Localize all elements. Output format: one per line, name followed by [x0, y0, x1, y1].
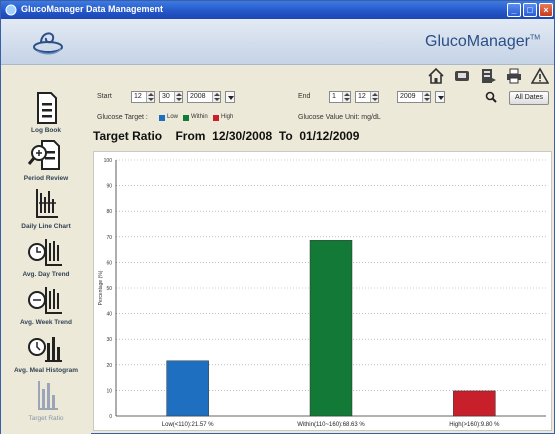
print-icon[interactable] — [505, 67, 523, 85]
bar — [166, 360, 209, 417]
target-ratio-icon — [38, 381, 58, 410]
warning-icon[interactable] — [531, 67, 549, 85]
brand-name: GlucoManagerTM — [425, 33, 541, 50]
legend-label-high: High — [221, 114, 234, 120]
start-label: Start — [97, 93, 112, 100]
app-window: GlucoManager Data Management _ □ × Gluco… — [0, 0, 555, 434]
sidebar: Log Book Period Review Daily Line Chart — [1, 89, 91, 434]
toolbar — [1, 65, 554, 87]
avg-meal-histogram-icon — [28, 337, 62, 362]
filter-bar: Start 12 30 2008 End 1 12 2009 All Dates… — [93, 89, 554, 149]
sidebar-item-avg-week-trend[interactable]: Avg. Week Trend — [1, 281, 91, 335]
y-axis-label: Percentage (%) — [98, 270, 104, 305]
unit-label: Glucose Value Unit: mg/dL — [298, 114, 381, 121]
glucose-target-label: Glucose Target : — [97, 114, 148, 121]
x-tick-label: High(>160):9.80 % — [449, 422, 500, 428]
y-tick-label: 10 — [106, 388, 112, 394]
all-dates-button[interactable]: All Dates — [509, 91, 549, 105]
sidebar-item-target-ratio[interactable]: Target Ratio — [1, 377, 91, 431]
sidebar-item-log-book[interactable]: Log Book — [1, 89, 91, 143]
start-year-spinner[interactable]: 2008 — [187, 91, 221, 103]
y-tick-label: 50 — [106, 286, 112, 292]
end-month-spinner[interactable]: 1 — [329, 91, 351, 103]
minimize-button[interactable]: _ — [507, 3, 521, 17]
end-calendar-dropdown[interactable] — [435, 91, 445, 103]
legend-swatch-high — [213, 115, 219, 121]
y-tick-label: 60 — [106, 260, 112, 266]
header-banner: GlucoManagerTM — [1, 19, 554, 65]
y-tick-label: 30 — [106, 337, 112, 343]
x-tick-label: Low(<110):21.57 % — [162, 422, 214, 428]
device-icon[interactable] — [453, 67, 471, 85]
end-label: End — [298, 93, 311, 100]
y-tick-label: 70 — [106, 235, 112, 241]
avg-week-trend-icon — [28, 287, 62, 314]
period-review-icon — [27, 140, 60, 170]
y-tick-label: 40 — [106, 312, 112, 318]
start-day-spinner[interactable]: 30 — [159, 91, 183, 103]
title-bar[interactable]: GlucoManager Data Management _ □ × — [1, 1, 554, 19]
logo-icon — [33, 32, 63, 55]
sidebar-item-period-review[interactable]: Period Review — [1, 137, 91, 191]
start-calendar-dropdown[interactable] — [225, 91, 235, 103]
window-title: GlucoManager Data Management — [21, 4, 164, 14]
page-title: Target Ratio From 12/30/2008 To 01/12/20… — [93, 129, 360, 143]
bar — [309, 240, 353, 417]
y-tick-label: 20 — [106, 363, 112, 369]
y-tick-label: 100 — [104, 158, 113, 164]
legend-swatch-low — [159, 115, 165, 121]
y-tick-label: 0 — [109, 414, 112, 420]
sidebar-item-avg-meal-histogram[interactable]: Avg. Meal Histogram — [1, 329, 91, 383]
search-icon[interactable] — [485, 91, 497, 103]
export-icon[interactable] — [479, 67, 497, 85]
end-day-spinner[interactable]: 12 — [355, 91, 379, 103]
maximize-button[interactable]: □ — [523, 3, 537, 17]
close-button[interactable]: × — [539, 3, 553, 17]
legend-label-within: Within — [191, 114, 208, 120]
end-year-spinner[interactable]: 2009 — [397, 91, 431, 103]
legend-label-low: Low — [167, 114, 179, 120]
sidebar-item-avg-day-trend[interactable]: Avg. Day Trend — [1, 233, 91, 287]
x-tick-label: Within(110~160):68.63 % — [297, 422, 365, 428]
y-tick-label: 90 — [106, 184, 112, 190]
chart-panel: 0 10 20 30 40 50 60 70 80 90 100 Percentage (%) Low(… — [93, 151, 552, 431]
app-icon — [5, 4, 17, 16]
avg-day-trend-icon — [28, 239, 62, 266]
home-icon[interactable] — [427, 67, 445, 85]
y-tick-label: 80 — [106, 209, 112, 215]
logbook-icon — [37, 92, 57, 124]
start-month-spinner[interactable]: 12 — [131, 91, 155, 103]
sidebar-item-daily-line-chart[interactable]: Daily Line Chart — [1, 185, 91, 239]
legend-swatch-within — [183, 115, 189, 121]
bar — [453, 390, 496, 417]
target-ratio-chart: 0 10 20 30 40 50 60 70 80 90 100 Percentage (%) Low(… — [98, 158, 546, 428]
daily-line-chart-icon — [36, 189, 58, 218]
